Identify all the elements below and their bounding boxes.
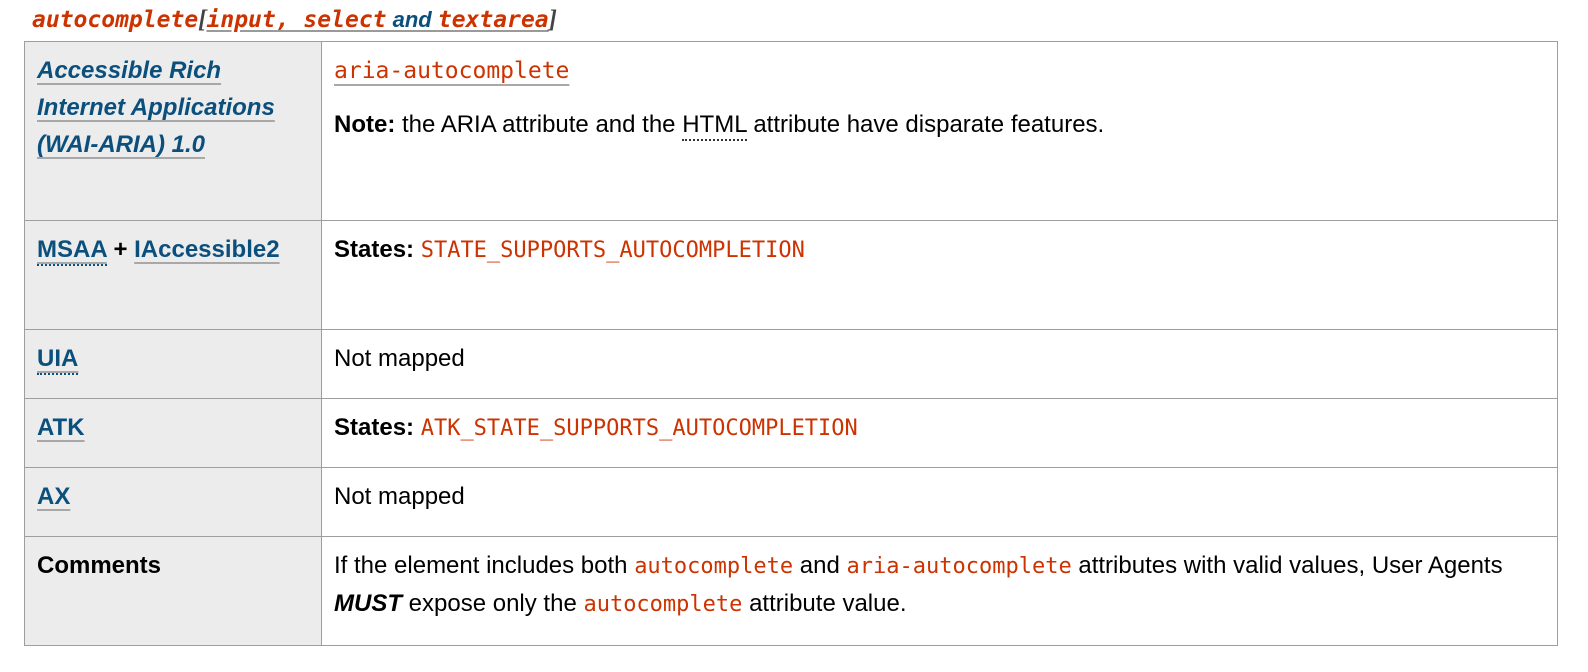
uia-abbr: UIA [37, 345, 79, 375]
link-uia[interactable]: UIA [37, 345, 79, 375]
comment-text-2: and [793, 552, 847, 579]
row-header-ax: AX [24, 467, 322, 537]
page-root: autocomplete[input, select and textarea]… [0, 0, 1588, 672]
link-ax[interactable]: AX [37, 483, 70, 510]
msaa-abbr: MSAA [37, 236, 107, 266]
states-label: States: [334, 236, 415, 263]
comment-text-5: attribute value. [742, 590, 907, 617]
row-body-wai-aria: aria-autocomplete Note: the ARIA attribu… [321, 41, 1558, 221]
row-header-wai-aria: Accessible Rich Internet Applications (W… [24, 41, 322, 221]
caption-elements-first: input, select [206, 7, 387, 33]
row-header-atk: ATK [24, 398, 322, 468]
comment-text-4: expose only the [402, 590, 584, 617]
table-caption: autocomplete[input, select and textarea] [0, 0, 1588, 41]
table-row: ATK States: ATK_STATE_SUPPORTS_AUTOCOMPL… [24, 398, 1558, 468]
row-body-uia: Not mapped [321, 329, 1558, 399]
link-aria-autocomplete[interactable]: aria-autocomplete [334, 58, 569, 84]
row-header-comments: Comments [24, 536, 322, 646]
link-msaa[interactable]: MSAA [37, 236, 107, 266]
comment-must-keyword: MUST [334, 590, 402, 617]
html-abbr: HTML [682, 111, 747, 141]
caption-elements-second: textarea [437, 7, 549, 33]
caption-element-list[interactable]: input, select and textarea [207, 5, 549, 33]
comment-code-autocomplete-2: autocomplete [583, 592, 743, 617]
table-row: MSAA + IAccessible2 States: STATE_SUPPOR… [24, 220, 1558, 330]
comment-text-1: If the element includes both [334, 552, 635, 579]
states-label: States: [334, 414, 415, 441]
note-text-part2: attribute have disparate features. [746, 111, 1105, 138]
link-wai-aria-spec[interactable]: Accessible Rich Internet Applications (W… [37, 57, 275, 158]
row-body-ax: Not mapped [321, 467, 1558, 537]
caption-attribute: autocomplete [32, 7, 199, 33]
states-value: STATE_SUPPORTS_AUTOCOMPLETION [420, 238, 805, 263]
row-header-msaa: MSAA + IAccessible2 [24, 220, 322, 330]
row-header-uia: UIA [24, 329, 322, 399]
caption-open-bracket: [ [198, 6, 207, 33]
comment-code-autocomplete-1: autocomplete [634, 554, 794, 579]
caption-close-bracket: ] [548, 6, 557, 33]
row-body-msaa: States: STATE_SUPPORTS_AUTOCOMPLETION [321, 220, 1558, 330]
link-iaccessible2[interactable]: IAccessible2 [134, 236, 279, 263]
comment-code-aria-autocomplete: aria-autocomplete [846, 554, 1072, 579]
header-plus-separator: + [106, 236, 135, 263]
note-label: Note: [334, 111, 396, 138]
link-atk[interactable]: ATK [37, 414, 85, 441]
row-body-atk: States: ATK_STATE_SUPPORTS_AUTOCOMPLETIO… [321, 398, 1558, 468]
caption-conjunction: and [386, 7, 438, 32]
table-row: Comments If the element includes both au… [24, 536, 1558, 646]
table-row: Accessible Rich Internet Applications (W… [24, 41, 1558, 221]
table-row: AX Not mapped [24, 467, 1558, 537]
aria-attribute-line: aria-autocomplete [334, 52, 1545, 90]
table-row: UIA Not mapped [24, 329, 1558, 399]
comment-text-3: attributes with valid values, User Agent… [1071, 552, 1503, 579]
accessibility-mapping-table: Accessible Rich Internet Applications (W… [24, 41, 1558, 646]
states-value: ATK_STATE_SUPPORTS_AUTOCOMPLETION [420, 416, 858, 441]
note-text-part1: the ARIA attribute and the [395, 111, 683, 138]
aria-note-line: Note: the ARIA attribute and the HTML at… [334, 106, 1545, 143]
row-body-comments: If the element includes both autocomplet… [321, 536, 1558, 646]
